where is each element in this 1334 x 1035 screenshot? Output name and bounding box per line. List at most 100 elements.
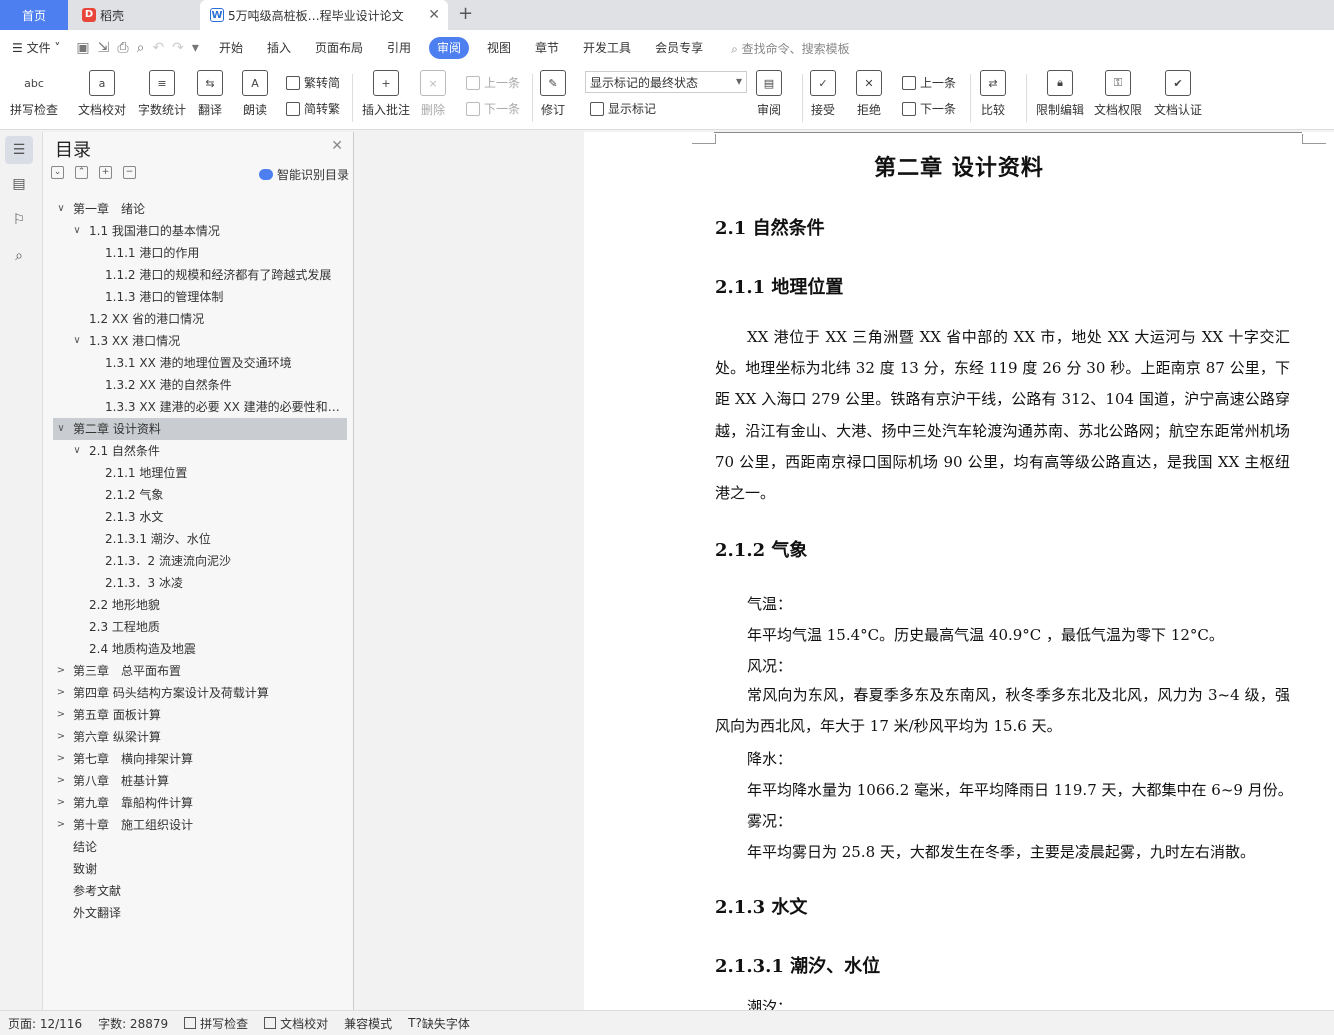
export-icon[interactable]: ⇲: [98, 40, 110, 56]
track-changes-button[interactable]: ✎ 修订: [540, 70, 566, 118]
close-icon[interactable]: ✕: [331, 138, 343, 154]
menu-page-layout[interactable]: 页面布局: [303, 37, 375, 59]
toc-item[interactable]: 1.1.3 港口的管理体制: [53, 286, 347, 308]
chevron-right-icon[interactable]: >: [55, 726, 67, 748]
restrict-editing-button[interactable]: 🔒︎ 限制编辑: [1036, 70, 1084, 118]
toc-item[interactable]: 结论: [53, 836, 347, 858]
menu-review[interactable]: 审阅: [429, 37, 470, 59]
toc-item[interactable]: 2.3 工程地质: [53, 616, 347, 638]
save-icon[interactable]: ▣: [76, 40, 89, 56]
review-pane-button[interactable]: ▤ 审阅: [756, 70, 782, 118]
insert-comment-button[interactable]: + 插入批注: [362, 70, 410, 118]
toc-item[interactable]: 2.1.2 气象: [53, 484, 347, 506]
word-count-button[interactable]: ≡ 字数统计: [138, 70, 186, 118]
menu-reference[interactable]: 引用: [375, 37, 423, 59]
tab-daoke[interactable]: D 稻壳: [70, 0, 198, 30]
command-search[interactable]: ⌕ 查找命令、搜索模板: [731, 40, 850, 57]
bookmark-icon[interactable]: ⚐: [9, 212, 29, 232]
prev-comment-button[interactable]: 上一条: [466, 74, 520, 91]
collapse-all-icon[interactable]: ⌃: [75, 166, 88, 179]
menu-view[interactable]: 视图: [475, 37, 523, 59]
chevron-right-icon[interactable]: >: [55, 770, 67, 792]
chevron-down-icon[interactable]: ∨: [71, 440, 83, 462]
word-count-indicator[interactable]: 字数: 28879: [90, 1015, 176, 1032]
print-icon[interactable]: ⎙: [117, 40, 128, 56]
print-preview-icon[interactable]: ⌕: [137, 40, 145, 56]
toc-item[interactable]: ∨ 1.3 XX 港口情况: [53, 330, 347, 352]
toc-item[interactable]: 外文翻译: [53, 902, 347, 924]
toc-item[interactable]: 2.1.3.1 潮汐、水位: [53, 528, 347, 550]
toc-item[interactable]: > 第六章 纵梁计算: [53, 726, 347, 748]
smart-toc-button[interactable]: 智能识别目录: [258, 166, 349, 183]
remove-heading-icon[interactable]: −: [123, 166, 136, 179]
new-tab-button[interactable]: +: [458, 3, 473, 24]
chevron-right-icon[interactable]: >: [55, 792, 67, 814]
show-markup-button[interactable]: 显示标记: [590, 100, 656, 117]
read-aloud-button[interactable]: A 朗读: [242, 70, 268, 118]
chevron-right-icon[interactable]: >: [55, 814, 67, 836]
toc-item[interactable]: 1.2 XX 省的港口情况: [53, 308, 347, 330]
accept-button[interactable]: ✓ 接受: [810, 70, 836, 118]
add-heading-icon[interactable]: +: [99, 166, 112, 179]
chevron-down-icon[interactable]: ∨: [55, 198, 67, 220]
toc-item[interactable]: > 第七章 横向排架计算: [53, 748, 347, 770]
toc-item[interactable]: 2.2 地形地貌: [53, 594, 347, 616]
toc-item[interactable]: > 第四章 码头结构方案设计及荷载计算: [53, 682, 347, 704]
next-comment-button[interactable]: 下一条: [466, 100, 520, 117]
chevron-right-icon[interactable]: >: [55, 682, 67, 704]
toc-item[interactable]: ∨ 第二章 设计资料: [53, 418, 347, 440]
undo-icon[interactable]: ↶: [152, 40, 164, 56]
close-icon[interactable]: ✕: [428, 7, 440, 23]
toc-item[interactable]: > 第八章 桩基计算: [53, 770, 347, 792]
toc-item[interactable]: 1.3.1 XX 港的地理位置及交通环境: [53, 352, 347, 374]
toc-item[interactable]: > 第五章 面板计算: [53, 704, 347, 726]
translate-button[interactable]: ⇆ 翻译: [197, 70, 223, 118]
simp-to-trad-button[interactable]: 简转繁: [286, 100, 340, 117]
reject-button[interactable]: ✕ 拒绝: [856, 70, 882, 118]
trad-to-simp-button[interactable]: 繁转简: [286, 74, 340, 91]
doc-certify-button[interactable]: ✔ 文档认证: [1154, 70, 1202, 118]
toc-item[interactable]: ∨ 1.1 我国港口的基本情况: [53, 220, 347, 242]
toc-item[interactable]: 2.4 地质构造及地震: [53, 638, 347, 660]
proofread-button[interactable]: a 文档校对: [78, 70, 126, 118]
search-icon[interactable]: ⌕: [9, 248, 29, 268]
delete-comment-button[interactable]: × 删除: [420, 70, 446, 118]
missing-font-status[interactable]: T? 缺失字体: [400, 1015, 478, 1032]
chevron-down-icon[interactable]: ∨: [55, 418, 67, 440]
toc-item[interactable]: 致谢: [53, 858, 347, 880]
page-indicator[interactable]: 页面: 12/116: [0, 1015, 90, 1032]
chevron-right-icon[interactable]: >: [55, 748, 67, 770]
outline-icon[interactable]: ▤: [9, 176, 29, 196]
chevron-right-icon[interactable]: >: [55, 660, 67, 682]
more-icon[interactable]: ▾: [192, 40, 199, 56]
toc-panel-icon[interactable]: ☰: [5, 136, 33, 164]
toc-item[interactable]: > 第十章 施工组织设计: [53, 814, 347, 836]
toc-item[interactable]: > 第九章 靠船构件计算: [53, 792, 347, 814]
spell-check-button[interactable]: abc 拼写检查: [10, 70, 58, 118]
menu-insert[interactable]: 插入: [255, 37, 303, 59]
tab-home[interactable]: 首页: [0, 0, 68, 30]
menu-developer[interactable]: 开发工具: [571, 37, 643, 59]
menu-section[interactable]: 章节: [523, 37, 571, 59]
spell-check-status[interactable]: 拼写检查: [176, 1015, 256, 1032]
toc-item[interactable]: 1.1.1 港口的作用: [53, 242, 347, 264]
menu-member[interactable]: 会员专享: [643, 37, 715, 59]
toc-item[interactable]: ∨ 2.1 自然条件: [53, 440, 347, 462]
doc-permission-button[interactable]: ⚿ 文档权限: [1094, 70, 1142, 118]
document-page[interactable]: 第二章 设计资料 2.1 自然条件 2.1.1 地理位置 XX 港位于 XX 三…: [584, 132, 1334, 1010]
file-menu[interactable]: ☰ 文件 ˅: [0, 37, 72, 59]
chevron-down-icon[interactable]: ∨: [71, 220, 83, 242]
toc-item[interactable]: 1.3.3 XX 建港的必要 XX 建港的必要性和可行性: [53, 396, 347, 418]
menu-start[interactable]: 开始: [207, 37, 255, 59]
toc-item[interactable]: 2.1.3 水文: [53, 506, 347, 528]
redo-icon[interactable]: ↷: [172, 40, 184, 56]
chevron-down-icon[interactable]: ∨: [71, 330, 83, 352]
toc-item[interactable]: 2.1.3．3 冰凌: [53, 572, 347, 594]
chevron-right-icon[interactable]: >: [55, 704, 67, 726]
tab-document[interactable]: W 5万吨级高桩板…程毕业设计论文 ✕: [200, 0, 448, 30]
markup-state-select[interactable]: 显示标记的最终状态: [585, 71, 747, 93]
expand-all-icon[interactable]: ⌄: [51, 166, 64, 179]
toc-item[interactable]: 参考文献: [53, 880, 347, 902]
toc-item[interactable]: > 第三章 总平面布置: [53, 660, 347, 682]
toc-item[interactable]: 1.3.2 XX 港的自然条件: [53, 374, 347, 396]
